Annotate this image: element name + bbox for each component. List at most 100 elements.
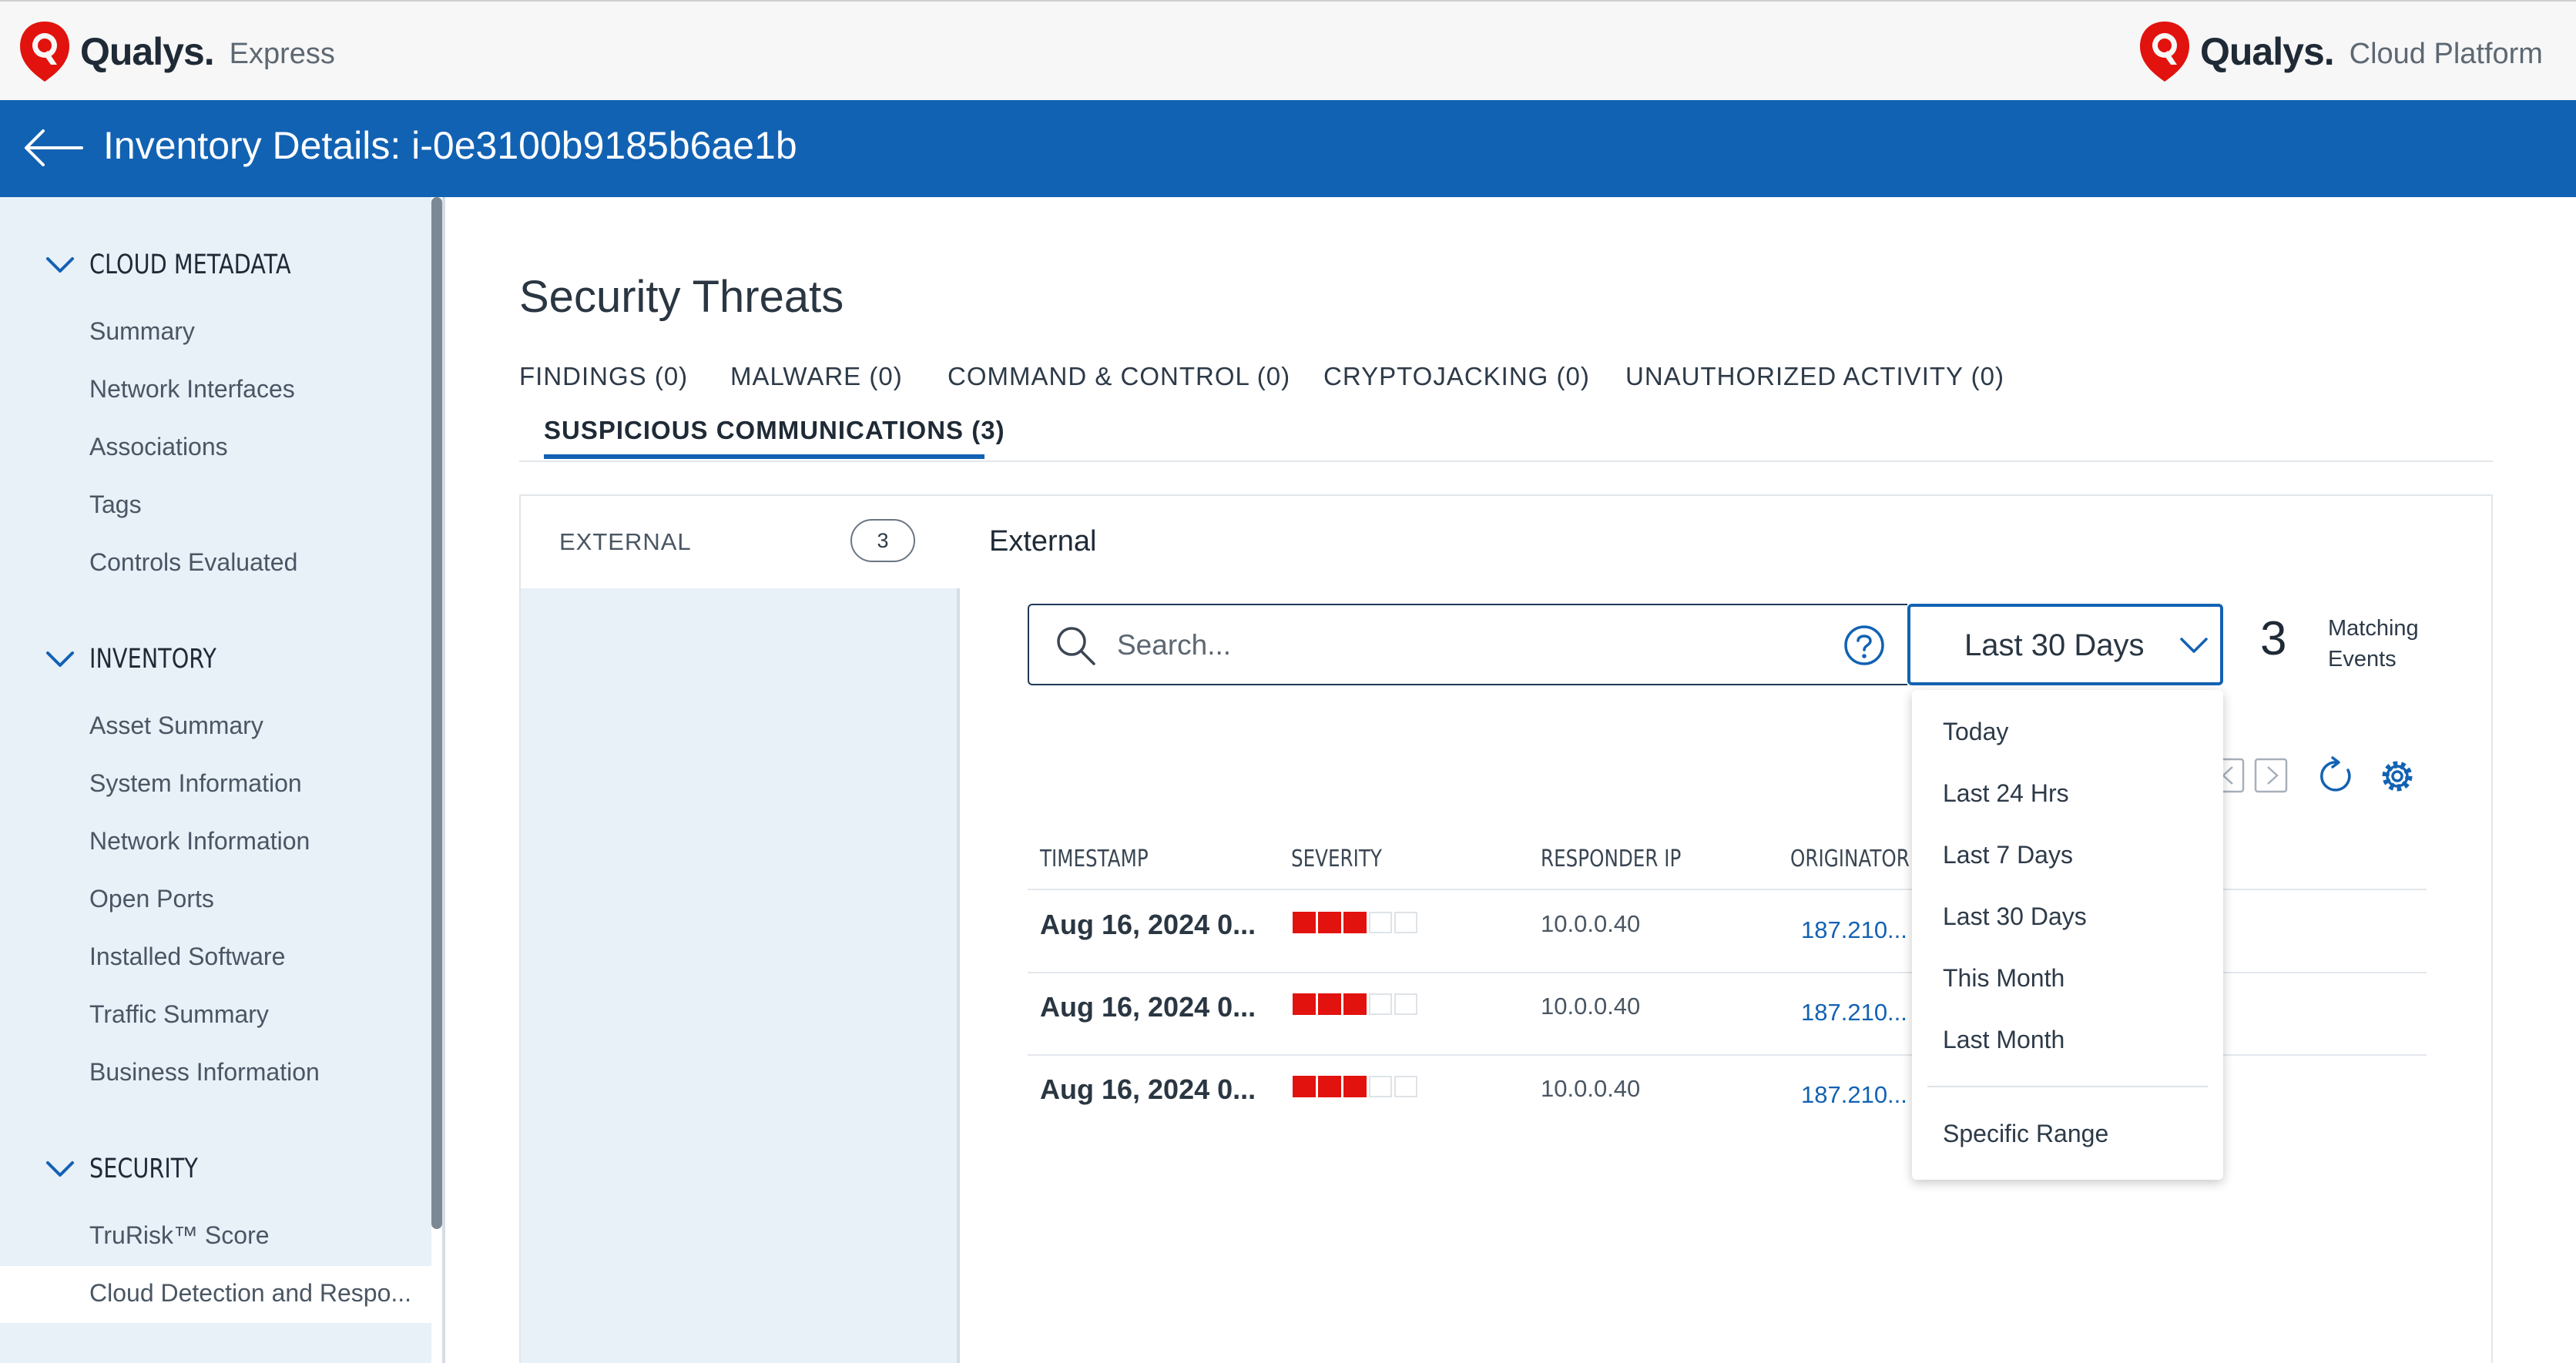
help-icon[interactable] [1843, 624, 1886, 667]
sidebar-item-business-information[interactable]: Business Information [89, 1058, 320, 1087]
range-option-last-month[interactable]: Last Month [1943, 1026, 2064, 1054]
brand-product: Express [229, 37, 335, 70]
sidebar-item-network-information[interactable]: Network Information [89, 827, 310, 856]
sidebar-item-open-ports[interactable]: Open Ports [89, 885, 214, 913]
column-header-timestamp[interactable]: TIMESTAMP [1040, 846, 1149, 872]
row-2-severity [1293, 993, 1420, 1015]
severity-block-filled [1318, 1076, 1341, 1097]
severity-block-empty [1369, 993, 1392, 1015]
chevron-down-icon [46, 257, 74, 273]
brand-name: Qualys. [2200, 30, 2335, 73]
row-3-severity [1293, 1076, 1420, 1097]
sidebar-divider [442, 197, 445, 1363]
tabs-divider [519, 460, 2493, 462]
search-input[interactable] [1115, 621, 1781, 670]
subnav-panel [521, 588, 957, 1363]
sidebar-item-associations[interactable]: Associations [89, 433, 228, 461]
qualys-cloud-platform-logo[interactable]: Qualys. Cloud Platform [2137, 20, 2543, 83]
severity-block-filled [1343, 912, 1367, 933]
severity-block-filled [1293, 993, 1316, 1015]
sidebar-item-network-interfaces[interactable]: Network Interfaces [89, 375, 295, 404]
row-1-originator[interactable]: 187.210... [1801, 916, 1907, 944]
external-count-badge: 3 [850, 519, 915, 562]
chevron-down-icon [46, 1161, 74, 1177]
subnav-divider [957, 588, 960, 1363]
row-2-responder-ip: 10.0.0.40 [1541, 993, 1641, 1020]
severity-block-filled [1343, 993, 1367, 1015]
tab-command-control[interactable]: COMMAND & CONTROL (0) [948, 362, 1290, 391]
active-tab-indicator [544, 454, 984, 459]
sidebar-item-asset-summary[interactable]: Asset Summary [89, 712, 263, 740]
row-1-timestamp[interactable]: Aug 16, 2024 0... [1040, 909, 1256, 941]
sidebar-item-installed-software[interactable]: Installed Software [89, 943, 285, 971]
qualys-logo-icon [20, 22, 69, 82]
sidebar-section-security[interactable]: SECURITY [45, 1154, 222, 1184]
sidebar-item-summary[interactable]: Summary [89, 317, 195, 346]
range-option-last-24-hrs[interactable]: Last 24 Hrs [1943, 779, 2069, 808]
menu-divider [1927, 1086, 2208, 1087]
back-arrow-icon[interactable] [23, 126, 83, 169]
section-title: Security Threats [519, 272, 844, 322]
sidebar-section-inventory[interactable]: INVENTORY [45, 644, 244, 675]
date-range-value: Last 30 Days [1964, 628, 2145, 662]
severity-block-empty [1394, 1076, 1417, 1097]
subnav-item-external[interactable]: EXTERNAL [559, 528, 692, 556]
severity-block-filled [1343, 1076, 1367, 1097]
brand-product: Cloud Platform [2349, 37, 2543, 70]
date-range-select[interactable]: Last 30 Days [1907, 604, 2223, 685]
sidebar-item-system-information[interactable]: System Information [89, 769, 302, 798]
sidebar-section-cloud-metadata[interactable]: CLOUD METADATA [45, 249, 335, 280]
tab-unauthorized-activity[interactable]: UNAUTHORIZED ACTIVITY (0) [1625, 362, 2004, 391]
brand-name: Qualys. [80, 30, 215, 73]
tab-cryptojacking[interactable]: CRYPTOJACKING (0) [1323, 362, 1590, 391]
search-icon [1057, 627, 1095, 665]
severity-block-filled [1293, 1076, 1316, 1097]
page-title: Inventory Details: i-0e3100b9185b6ae1b [103, 124, 797, 167]
matching-events-label: Matching Events [2328, 616, 2419, 671]
sidebar-item-cloud-detection[interactable]: Cloud Detection and Respo... [89, 1279, 411, 1308]
row-2-originator[interactable]: 187.210... [1801, 999, 1907, 1026]
range-option-specific-range[interactable]: Specific Range [1943, 1120, 2108, 1148]
tab-suspicious-communications[interactable]: SUSPICIOUS COMMUNICATIONS (3) [544, 416, 1005, 445]
sidebar-item-tags[interactable]: Tags [89, 491, 142, 519]
search-box [1028, 604, 1907, 685]
row-3-originator[interactable]: 187.210... [1801, 1081, 1907, 1109]
sidebar-item-trurisk-score[interactable]: TruRisk™ Score [89, 1221, 270, 1250]
row-3-responder-ip: 10.0.0.40 [1541, 1075, 1641, 1102]
row-2-timestamp[interactable]: Aug 16, 2024 0... [1040, 991, 1256, 1023]
severity-block-empty [1394, 912, 1417, 933]
sidebar-item-controls-evaluated[interactable]: Controls Evaluated [89, 548, 297, 577]
next-page-icon[interactable] [2252, 756, 2293, 796]
qualys-express-logo[interactable]: Qualys. Express [17, 20, 335, 83]
range-option-last-30-days[interactable]: Last 30 Days [1943, 903, 2087, 931]
sidebar-item-traffic-summary[interactable]: Traffic Summary [89, 1000, 269, 1029]
chevron-down-icon [2180, 638, 2208, 653]
external-heading: External [989, 525, 1097, 558]
chevron-down-icon [46, 651, 74, 667]
sidebar-section-label: CLOUD METADATA [89, 249, 291, 280]
tab-malware[interactable]: MALWARE (0) [730, 362, 903, 391]
severity-block-filled [1293, 912, 1316, 933]
column-header-responder-ip[interactable]: RESPONDER IP [1541, 846, 1681, 872]
row-3-timestamp[interactable]: Aug 16, 2024 0... [1040, 1073, 1256, 1106]
row-1-severity [1293, 912, 1420, 933]
range-option-this-month[interactable]: This Month [1943, 964, 2064, 993]
qualys-logo-icon [2140, 22, 2189, 82]
severity-block-empty [1369, 1076, 1392, 1097]
range-option-today[interactable]: Today [1943, 718, 2008, 746]
settings-gear-icon[interactable] [2377, 756, 2417, 796]
refresh-icon[interactable] [2317, 756, 2357, 796]
severity-block-filled [1318, 993, 1341, 1015]
severity-block-empty [1369, 912, 1392, 933]
sidebar-section-label: SECURITY [89, 1154, 198, 1184]
top-brand-bar: Qualys. Express Qualys. Cloud Platform [0, 0, 2576, 100]
column-header-severity[interactable]: SEVERITY [1291, 846, 1382, 872]
sidebar-scrollbar[interactable] [431, 197, 442, 1229]
severity-block-empty [1394, 993, 1417, 1015]
page-header: Inventory Details: i-0e3100b9185b6ae1b [0, 100, 2576, 197]
tab-findings[interactable]: FINDINGS (0) [519, 362, 688, 391]
row-1-responder-ip: 10.0.0.40 [1541, 910, 1641, 937]
range-option-last-7-days[interactable]: Last 7 Days [1943, 841, 2073, 869]
date-range-menu: Today Last 24 Hrs Last 7 Days Last 30 Da… [1912, 690, 2223, 1180]
column-header-originator[interactable]: ORIGINATOR [1790, 846, 1910, 872]
